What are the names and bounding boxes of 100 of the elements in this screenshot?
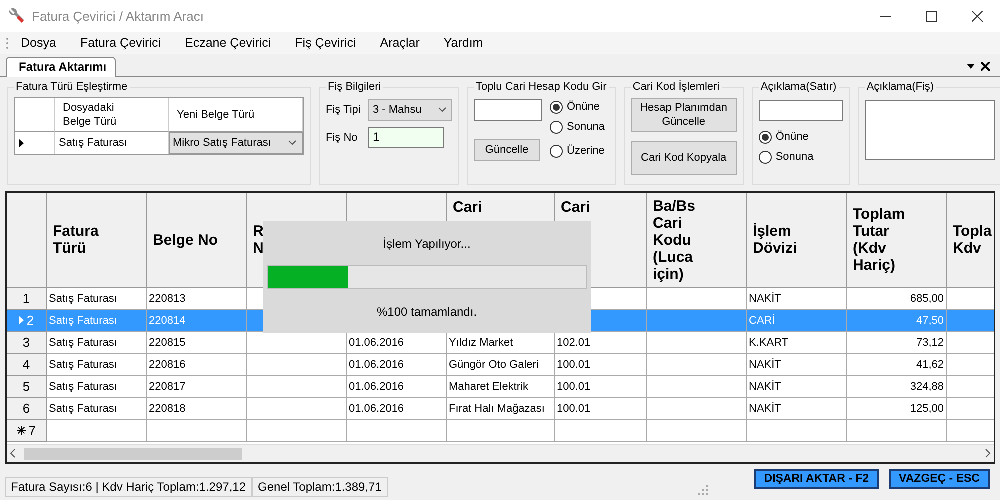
asterisk-icon [16, 426, 26, 435]
table-cell: CARİ [747, 310, 847, 332]
table-cell: 220817 [147, 376, 247, 398]
table-cell: 100.01 [555, 376, 647, 398]
chevron-left-icon[interactable] [10, 449, 16, 458]
status-text: Genel Toplam:1.389,71 [252, 477, 388, 497]
table-cell: NAKİT [747, 376, 847, 398]
menu-item[interactable]: Fatura Çevirici [68, 36, 174, 50]
table-cell: Güngör Oto Galeri [447, 354, 555, 376]
table-cell: 01.06.2016 [347, 354, 447, 376]
radio-option[interactable]: Önüne [550, 97, 605, 117]
update-button[interactable]: Güncelle [474, 139, 540, 161]
column-header[interactable]: Toplam Tutar (Kdv Hariç) [847, 193, 947, 288]
table-cell: NAKİT [747, 354, 847, 376]
column-header[interactable]: Topla Kdv [947, 193, 994, 288]
table-cell: 220813 [147, 288, 247, 310]
menu-item[interactable]: Yardım [432, 36, 496, 50]
table-cell: 01.06.2016 [347, 398, 447, 420]
table-cell: Fırat Halı Mağazası [447, 398, 555, 420]
radio-option[interactable]: Sonuna [550, 117, 605, 137]
table-cell: 685,00 [847, 288, 947, 310]
window-title: Fatura Çevirici / Aktarım Aracı [32, 8, 205, 24]
fis-no-field[interactable]: 1 [368, 127, 444, 148]
radio-option[interactable]: Üzerine [550, 141, 605, 161]
table-cell: Satış Faturası [47, 288, 147, 310]
menu-item[interactable]: Eczane Çevirici [173, 36, 284, 50]
chevron-down-icon [288, 140, 296, 146]
type-dropdown[interactable]: Mikro Satış Faturası [169, 132, 303, 154]
table-cell: 102.01 [555, 332, 647, 354]
table-cell: 100.01 [555, 354, 647, 376]
action-button[interactable]: VAZGEÇ - ESC [889, 469, 990, 489]
column-header[interactable]: Ba/Bs Cari Kodu (Luca için) [647, 193, 747, 288]
field-label: Fiş Tipi [326, 104, 360, 116]
action-button[interactable]: DIŞARI AKTAR - F2 [754, 469, 880, 489]
table-cell: 220814 [147, 310, 247, 332]
menu-item[interactable]: Dosya [9, 36, 68, 50]
chevron-down-icon [438, 107, 447, 113]
table-cell: K.KART [747, 332, 847, 354]
table-cell: 01.06.2016 [347, 332, 447, 354]
row-header[interactable]: 3 [7, 332, 47, 354]
resize-grip-icon [698, 485, 708, 495]
table-cell: NAKİT [747, 288, 847, 310]
progress-message: %100 tamamlandı. [376, 305, 478, 319]
table-cell: Satış Faturası [47, 354, 147, 376]
group-title: Toplu Cari Hesap Kodu Gir [475, 81, 608, 93]
maximize-icon[interactable] [926, 10, 936, 22]
table-cell: Satış Faturası [47, 332, 147, 354]
note-textarea[interactable] [864, 100, 995, 160]
account-code-field[interactable] [474, 99, 542, 121]
status-text: Fatura Sayısı:6 | Kdv Hariç Toplam:1.297,12 [5, 477, 252, 497]
horizontal-scrollbar[interactable] [7, 444, 994, 462]
grip-icon [6, 36, 9, 50]
table-cell: 01.06.2016 [347, 376, 447, 398]
wrench-icon [8, 7, 26, 25]
table-cell: Satış Faturası [47, 310, 147, 332]
row-header[interactable]: 7 [7, 420, 47, 442]
tab[interactable]: Fatura Aktarımı [6, 57, 116, 77]
row-header[interactable]: 1 [7, 288, 47, 310]
table-cell: 73,12 [847, 332, 947, 354]
row-pointer-icon [19, 138, 24, 148]
table-cell: Maharet Elektrik [447, 376, 555, 398]
table-cell: Yıldız Market [447, 332, 555, 354]
table-cell: 100.01 [555, 398, 647, 420]
progress-title: İşlem Yapılıyor... [383, 237, 471, 251]
table-cell [947, 310, 994, 332]
field-label: Fiş No [326, 132, 359, 144]
row-pointer-icon [18, 316, 24, 325]
column-header[interactable]: Belge No [147, 193, 247, 288]
chevron-right-icon[interactable] [985, 449, 991, 458]
fis-type-select[interactable]: 3 - Mahsu [368, 99, 452, 121]
table-cell: 324,88 [847, 376, 947, 398]
row-header[interactable]: 6 [7, 398, 47, 420]
row-header[interactable]: 5 [7, 376, 47, 398]
row-header[interactable]: 4 [7, 354, 47, 376]
group-title: Fiş Bilgileri [327, 81, 382, 93]
table-cell: 47,50 [847, 310, 947, 332]
table-cell: Satış Faturası [47, 376, 147, 398]
group-title: Açıklama(Satır) [760, 81, 838, 93]
action-button[interactable]: Cari Kod Kopyala [630, 141, 737, 175]
group-title: Açıklama(Fiş) [866, 81, 936, 93]
menu-item[interactable]: Araçlar [368, 36, 432, 50]
table-cell: 220815 [147, 332, 247, 354]
table-cell: Satış Faturası [47, 398, 147, 420]
close-icon[interactable] [981, 62, 990, 70]
column-header[interactable]: Fatura Türü [47, 193, 147, 288]
column-header: Dosyadaki Belge Türü [55, 98, 169, 132]
close-icon[interactable] [972, 10, 982, 22]
radio-option[interactable]: Sonuna [758, 147, 843, 167]
table-cell: 220816 [147, 354, 247, 376]
action-button[interactable]: Hesap Planımdan Güncelle [630, 98, 737, 132]
column-header[interactable]: İşlem Dövizi [747, 193, 847, 288]
table-cell: 220818 [147, 398, 247, 420]
menu-item[interactable]: Fiş Çevirici [283, 36, 368, 50]
dropdown-icon[interactable] [967, 64, 975, 68]
group-title: Fatura Türü Eşleştirme [15, 81, 129, 93]
radio-option[interactable]: Önüne [758, 127, 843, 147]
line-note-field[interactable] [758, 100, 843, 121]
table-cell: NAKİT [747, 398, 847, 420]
table-cell: 41,62 [847, 354, 947, 376]
group-title: Cari Kod İşlemleri [632, 81, 721, 93]
